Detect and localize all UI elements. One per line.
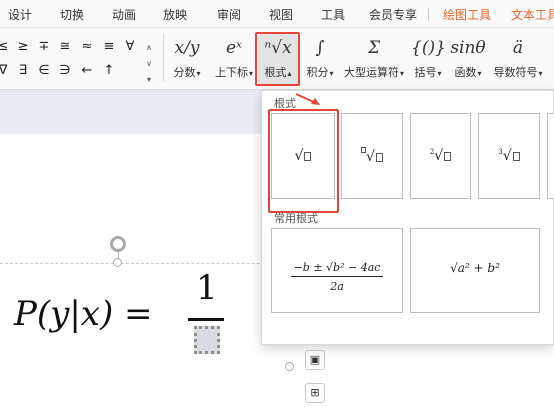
script-button[interactable]: eˣ 上下标▾ (210, 34, 258, 86)
tab-separator (428, 8, 429, 21)
radical-dropdown: 根式 √ √ 2√ 3√ 常用根式 −b ± √b² − 4ac 2a √a² … (261, 90, 554, 345)
symbol-left-arrow[interactable]: ← (78, 62, 96, 80)
radical-button[interactable]: ⁿ√x 根式▴ (258, 34, 298, 86)
large-operator-button[interactable]: Σ 大型运算符▾ (340, 34, 408, 86)
symbol-congruent[interactable]: ≅ (56, 38, 74, 56)
function-button[interactable]: sinθ 函数▾ (450, 34, 486, 86)
symbol-minus-plus[interactable]: ∓ (35, 38, 53, 56)
radical-icon: ⁿ√x (264, 38, 292, 58)
radical-label: 根式 (264, 67, 287, 79)
fraction-denominator-placeholder[interactable] (194, 326, 220, 354)
symbol-geq[interactable]: ≥ (14, 38, 32, 56)
group-separator (163, 34, 164, 82)
symbol-element-of[interactable]: ∈ (35, 62, 53, 80)
menu-bar: 设计 切换 动画 放映 审阅 视图 工具 会员专享 绘图工具 文本工具 (0, 0, 554, 28)
symbol-up-arrow[interactable]: ↑ (100, 62, 118, 80)
bracket-icon: {()} (411, 38, 446, 58)
symbol-contains[interactable]: ∋ (56, 62, 74, 80)
tab-transition[interactable]: 切换 (60, 6, 84, 23)
fraction-button[interactable]: x/y 分数▾ (170, 34, 204, 86)
tab-member[interactable]: 会员专享 (369, 6, 417, 23)
sigma-icon: Σ (367, 38, 381, 58)
equation-lhs[interactable]: P(y|x) = (14, 294, 153, 334)
scroll-up-icon[interactable]: ∧ (144, 40, 154, 56)
fraction-numerator[interactable]: 1 (196, 268, 218, 308)
equation-ribbon: ≤ ≥ ∓ ≅ ≈ ≡ ∀ ∇ ∃ ∈ ∋ ← ↑ ∧ ∨ ▾ x/y 分数▾ … (0, 28, 554, 90)
script-label: 上下标 (214, 67, 248, 79)
tab-text-tools[interactable]: 文本工具 (511, 6, 554, 23)
integral-button[interactable]: ∫ 积分▾ (303, 34, 337, 86)
radical-square-root-indexed[interactable]: 2√ (410, 113, 471, 199)
text-format-icon[interactable]: ⊞ (305, 383, 325, 403)
app-window: 设计 切换 动画 放映 审阅 视图 工具 会员专享 绘图工具 文本工具 ≤ ≥ … (0, 0, 554, 407)
common-quadratic-formula[interactable]: −b ± √b² − 4ac 2a (271, 228, 403, 313)
integral-icon: ∫ (315, 38, 325, 58)
resize-handle[interactable] (113, 258, 122, 267)
tab-design[interactable]: 设计 (8, 6, 32, 23)
radical-more[interactable] (547, 113, 554, 199)
tab-view[interactable]: 视图 (269, 6, 293, 23)
chevron-down-icon: ▾ (477, 69, 482, 78)
symbol-exists[interactable]: ∃ (14, 62, 32, 80)
hypotenuse-expression: √a² + b² (450, 261, 500, 275)
tab-tools[interactable]: 工具 (321, 6, 345, 23)
expand-gallery-icon[interactable]: ▾ (144, 72, 154, 88)
accent-label: 导数符号 (493, 67, 538, 79)
symbol-approx[interactable]: ≈ (78, 38, 96, 56)
radical-cube-root[interactable]: 3√ (478, 113, 540, 199)
fraction-icon: x/y (174, 38, 200, 58)
symbol-leq[interactable]: ≤ (0, 38, 12, 56)
rotate-handle-icon[interactable] (110, 236, 126, 252)
fraction-bar (188, 318, 224, 321)
symbol-forall[interactable]: ∀ (121, 38, 139, 56)
chevron-down-icon: ▾ (248, 69, 253, 78)
integral-label: 积分 (306, 67, 329, 79)
radical-square-root[interactable]: √ (271, 113, 335, 199)
chevron-down-icon: ▾ (399, 69, 404, 78)
accent-button[interactable]: ä 导数符号▾ (490, 34, 546, 86)
common-hypotenuse[interactable]: √a² + b² (410, 228, 540, 313)
accent-icon: ä (512, 38, 524, 58)
quadratic-denominator: 2a (330, 280, 344, 293)
scroll-down-icon[interactable]: ∨ (144, 56, 154, 72)
tab-animation[interactable]: 动画 (112, 6, 136, 23)
resize-handle[interactable] (285, 362, 294, 371)
function-icon: sinθ (450, 38, 486, 58)
section-title-common: 常用根式 (274, 213, 318, 225)
chevron-down-icon: ▾ (538, 69, 543, 78)
symbol-gallery: ≤ ≥ ∓ ≅ ≈ ≡ ∀ ∇ ∃ ∈ ∋ ← ↑ ∧ ∨ ▾ (0, 34, 158, 84)
chevron-down-icon: ▾ (196, 69, 201, 78)
tab-review[interactable]: 审阅 (217, 6, 241, 23)
tab-slideshow[interactable]: 放映 (163, 6, 187, 23)
bracket-label: 括号 (414, 67, 437, 79)
function-label: 函数 (454, 67, 477, 79)
bracket-button[interactable]: {()} 括号▾ (411, 34, 446, 86)
chevron-down-icon: ▾ (329, 69, 334, 78)
fraction-label: 分数 (173, 67, 196, 79)
large-operator-label: 大型运算符 (343, 67, 399, 79)
section-title-radicals: 根式 (274, 98, 296, 110)
symbol-nabla[interactable]: ∇ (0, 62, 12, 80)
radical-nth-root[interactable]: √ (341, 113, 403, 199)
layout-options-icon[interactable]: ▣ (305, 350, 325, 370)
pointer-arrow-icon (295, 93, 320, 105)
symbol-gallery-scroll[interactable]: ∧ ∨ ▾ (144, 40, 154, 88)
chevron-up-icon: ▴ (287, 69, 292, 78)
chevron-down-icon: ▾ (437, 69, 442, 78)
symbol-equiv[interactable]: ≡ (100, 38, 118, 56)
textbox-border (0, 263, 300, 264)
quadratic-numerator: −b ± √b² − 4ac (290, 261, 384, 277)
superscript-icon: eˣ (225, 38, 243, 58)
tab-drawing-tools[interactable]: 绘图工具 (443, 6, 491, 23)
